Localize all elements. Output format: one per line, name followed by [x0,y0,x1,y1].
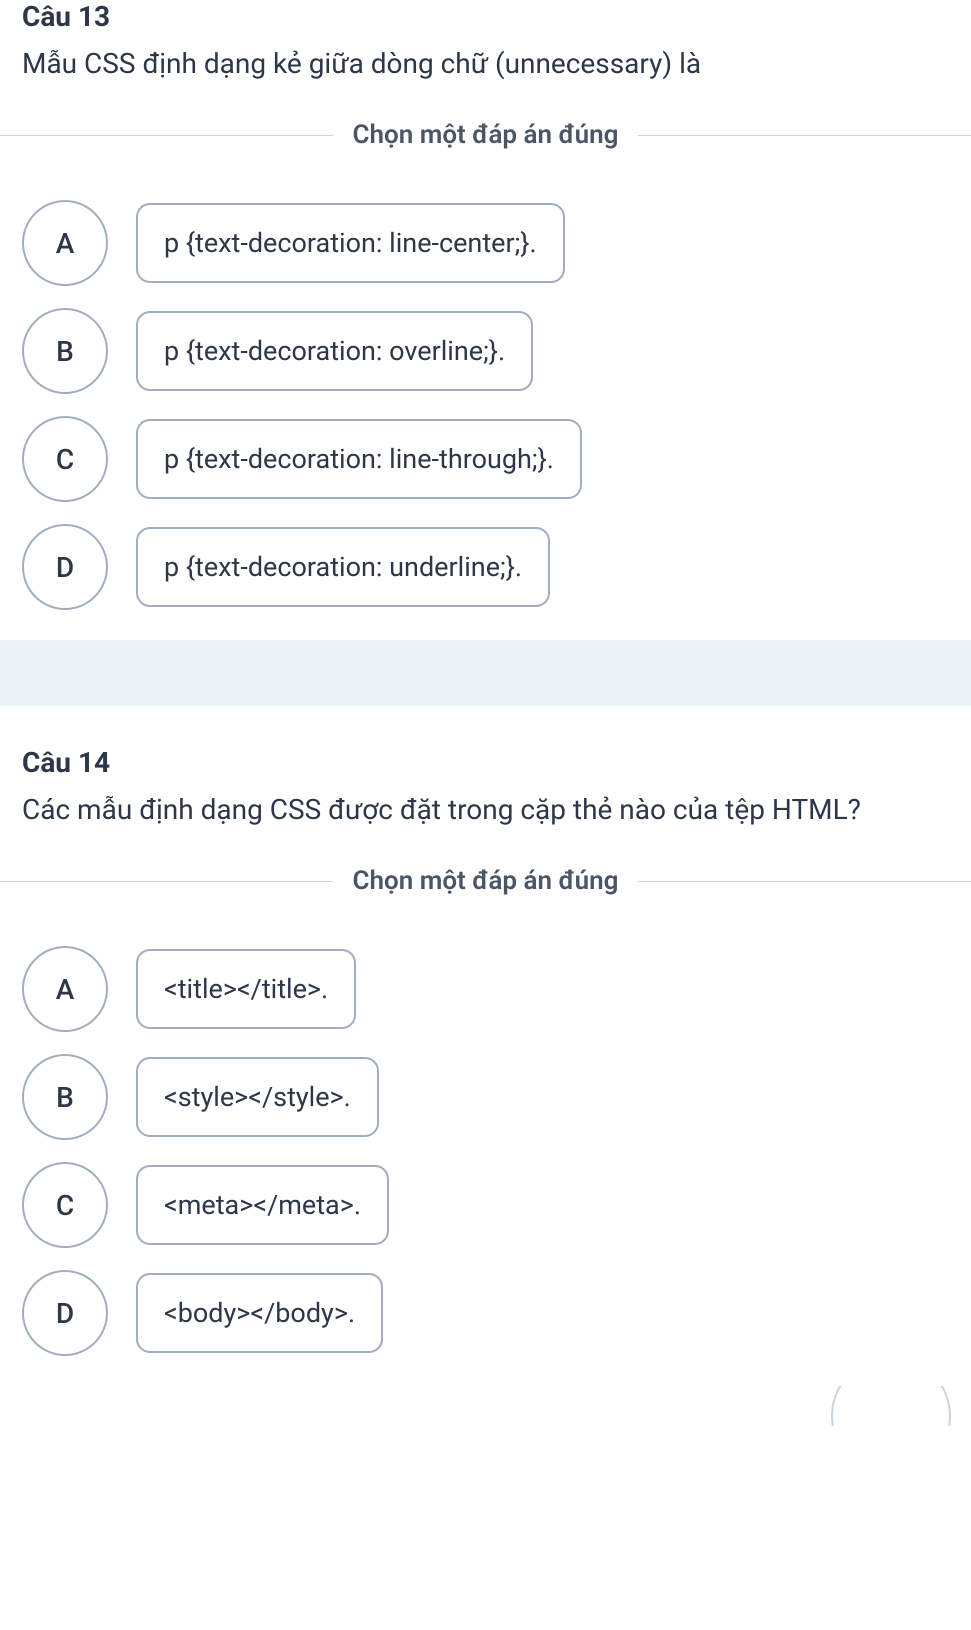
instruction-divider: Chọn một đáp án đúng [0,120,971,150]
option-row[interactable]: A <title></title>. [22,946,949,1032]
question-title: Câu 14 [22,746,949,779]
option-box[interactable]: p {text-decoration: overline;}. [136,311,533,391]
option-box[interactable]: <style></style>. [136,1057,379,1137]
option-letter[interactable]: D [22,1270,108,1356]
option-box[interactable]: <title></title>. [136,949,356,1029]
question-separator [0,640,971,706]
bottom-wrapper [0,1386,971,1426]
instruction-text: Chọn một đáp án đúng [333,866,639,896]
option-row[interactable]: B <style></style>. [22,1054,949,1140]
question-text: Các mẫu định dạng CSS được đặt trong cặp… [22,789,949,831]
option-letter[interactable]: A [22,200,108,286]
option-row[interactable]: B p {text-decoration: overline;}. [22,308,949,394]
divider-line-left [0,135,333,136]
option-letter[interactable]: C [22,1162,108,1248]
option-box[interactable]: p {text-decoration: line-center;}. [136,203,565,283]
option-row[interactable]: A p {text-decoration: line-center;}. [22,200,949,286]
floating-button[interactable] [831,1386,951,1426]
options-container: A p {text-decoration: line-center;}. B p… [22,200,949,610]
options-container: A <title></title>. B <style></style>. C … [22,946,949,1356]
instruction-text: Chọn một đáp án đúng [333,120,639,150]
option-row[interactable]: D <body></body>. [22,1270,949,1356]
question-13-block: Câu 13 Mẫu CSS định dạng kẻ giữa dòng ch… [0,0,971,640]
option-letter[interactable]: D [22,524,108,610]
option-letter[interactable]: A [22,946,108,1032]
option-letter[interactable]: B [22,1054,108,1140]
option-box[interactable]: <body></body>. [136,1273,383,1353]
divider-line-left [0,881,333,882]
divider-line-right [638,881,971,882]
option-row[interactable]: C p {text-decoration: line-through;}. [22,416,949,502]
option-letter[interactable]: B [22,308,108,394]
divider-line-right [638,135,971,136]
question-14-block: Câu 14 Các mẫu định dạng CSS được đặt tr… [0,706,971,1386]
option-box[interactable]: <meta></meta>. [136,1165,389,1245]
instruction-divider: Chọn một đáp án đúng [0,866,971,896]
option-letter[interactable]: C [22,416,108,502]
option-row[interactable]: C <meta></meta>. [22,1162,949,1248]
option-box[interactable]: p {text-decoration: line-through;}. [136,419,582,499]
question-text: Mẫu CSS định dạng kẻ giữa dòng chữ (unne… [22,43,949,85]
question-title: Câu 13 [22,0,949,33]
option-row[interactable]: D p {text-decoration: underline;}. [22,524,949,610]
option-box[interactable]: p {text-decoration: underline;}. [136,527,550,607]
